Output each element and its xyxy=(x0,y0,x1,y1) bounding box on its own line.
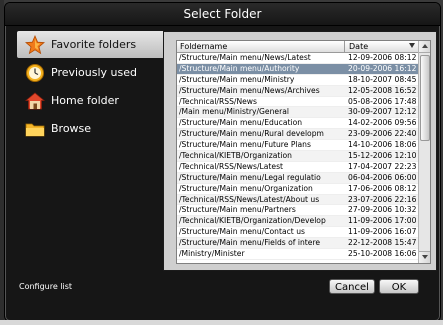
folder-list-panel: Foldername Date /Structure/Main menu/New… xyxy=(163,31,437,271)
sidebar-item-favorite-folders[interactable]: Favorite folders xyxy=(17,31,171,58)
scroll-up-arrow-icon[interactable] xyxy=(419,41,430,53)
background-strip xyxy=(0,320,443,325)
table-row[interactable]: /Structure/Main menu/Ministry 18-10-2007 … xyxy=(177,75,418,86)
cell-foldername: /Structure/Main menu/Education xyxy=(179,118,303,128)
cell-date: 23-09-2006 22:40 xyxy=(348,129,417,139)
sort-descending-icon xyxy=(409,43,415,48)
column-header-date-label: Date xyxy=(349,42,369,51)
cell-date: 17-04-2007 22:23 xyxy=(348,161,417,171)
sidebar-item-label: Favorite folders xyxy=(51,38,137,51)
sidebar-item-home-folder[interactable]: Home folder xyxy=(17,87,163,114)
cell-date: 23-07-2006 22:16 xyxy=(348,194,417,204)
sidebar-item-label: Previously used xyxy=(51,66,138,79)
home-icon xyxy=(24,91,46,111)
table-row[interactable]: /Structure/Main menu/Future Plans 14-10-2… xyxy=(177,140,418,152)
scroll-down-arrow-icon[interactable] xyxy=(419,251,430,263)
table-row[interactable]: /Main menu/Ministry/General 30-09-2007 12… xyxy=(177,107,418,119)
select-folder-dialog: Select Folder Favorite folders Previousl… xyxy=(4,2,441,322)
cell-date: 17-06-2006 08:12 xyxy=(348,183,417,193)
cell-date: 05-08-2006 17:48 xyxy=(348,96,417,106)
cancel-button[interactable]: Cancel xyxy=(329,279,375,294)
cell-date: 14-02-2006 09:56 xyxy=(348,118,417,128)
cell-date: 11-09-2006 17:00 xyxy=(348,216,417,226)
table-row[interactable]: /Structure/Main menu/Fields of intere 22-… xyxy=(177,238,418,250)
sidebar-item-label: Browse xyxy=(51,122,92,135)
sidebar-item-browse[interactable]: Browse xyxy=(17,115,163,142)
table-row[interactable]: /Structure/Main menu/Legal regulatio 06-0… xyxy=(177,172,418,184)
cell-date: 06-04-2006 06:00 xyxy=(348,172,417,182)
sidebar: Favorite folders Previously used Home fo… xyxy=(17,31,171,145)
cell-foldername: /Technical/RSS/News xyxy=(179,96,257,106)
cell-foldername: /Structure/Main menu/News/Latest xyxy=(179,53,311,62)
cell-foldername: /Ministry/Minister xyxy=(179,249,245,259)
sidebar-item-previously-used[interactable]: Previously used xyxy=(17,59,163,86)
folder-rows: /Structure/Main menu/News/Latest 12-09-20… xyxy=(177,53,418,260)
cell-date: 20-09-2006 16:12 xyxy=(348,63,417,73)
cell-date: 15-12-2006 12:10 xyxy=(348,151,417,161)
sidebar-item-label: Home folder xyxy=(51,94,119,107)
clock-icon xyxy=(25,63,45,83)
cell-foldername: /Structure/Main menu/Rural developm xyxy=(179,129,324,139)
table-row[interactable]: /Structure/Main menu/Rural developm 23-09… xyxy=(177,129,418,141)
cell-foldername: /Structure/Main menu/News/Archives xyxy=(179,85,320,95)
column-header-foldername[interactable]: Foldername xyxy=(177,41,345,52)
table-row[interactable]: /Structure/Main menu/Partners 27-09-2006 … xyxy=(177,205,418,217)
cell-foldername: /Structure/Main menu/Fields of intere xyxy=(179,238,321,248)
cell-foldername: /Technical/RSS/News/Latest xyxy=(179,161,284,171)
cell-foldername: /Structure/Main menu/Contact us xyxy=(179,227,305,237)
cell-date: 25-10-2008 16:06 xyxy=(348,249,417,259)
configure-list-link[interactable]: Configure list xyxy=(19,282,72,291)
cell-foldername: /Technical/KIETB/Organization/Develop xyxy=(179,216,326,226)
star-icon xyxy=(24,34,46,55)
table-row[interactable]: /Structure/Main menu/News/Latest 12-09-20… xyxy=(177,53,418,64)
cell-date: 30-09-2007 12:12 xyxy=(348,107,417,117)
column-header-date[interactable]: Date xyxy=(346,41,418,52)
table-row[interactable]: /Technical/RSS/News 05-08-2006 17:48 xyxy=(177,97,418,108)
table-row[interactable]: /Structure/Main menu/Education 14-02-2006… xyxy=(177,118,418,130)
ok-button[interactable]: OK xyxy=(379,279,419,294)
table-row[interactable]: /Technical/RSS/News/Latest/About us 23-07… xyxy=(177,194,418,206)
table-row[interactable]: /Technical/KIETB/Organization 15-12-2006 … xyxy=(177,151,418,162)
table-row[interactable]: /Technical/RSS/News/Latest 17-04-2007 22:… xyxy=(177,162,418,173)
cell-foldername: /Structure/Main menu/Future Plans xyxy=(179,140,311,150)
cell-date: 18-10-2007 08:45 xyxy=(348,74,417,84)
list-header: Foldername Date xyxy=(177,41,430,53)
cell-foldername: /Structure/Main menu/Legal regulatio xyxy=(179,172,321,182)
cell-date: 14-10-2006 18:06 xyxy=(348,140,417,150)
folder-icon xyxy=(25,119,45,139)
cell-foldername: /Main menu/Ministry/General xyxy=(179,107,289,117)
cell-date: 27-09-2006 10:32 xyxy=(348,205,417,215)
cell-foldername: /Structure/Main menu/Authority xyxy=(179,63,300,73)
table-row[interactable]: /Structure/Main menu/News/Archives 12-05-… xyxy=(177,85,418,97)
vertical-scrollbar[interactable] xyxy=(418,41,430,263)
table-row[interactable]: /Ministry/Minister 25-10-2008 16:06 xyxy=(177,249,418,260)
cell-date: 22-12-2008 15:47 xyxy=(348,238,417,248)
cell-foldername: /Structure/Main menu/Organization xyxy=(179,183,313,193)
folder-list[interactable]: Foldername Date /Structure/Main menu/New… xyxy=(176,40,431,264)
table-row[interactable]: /Structure/Main menu/Organization 17-06-2… xyxy=(177,184,418,195)
table-row[interactable]: /Structure/Main menu/Contact us 11-09-200… xyxy=(177,227,418,239)
cell-date: 12-09-2006 08:12 xyxy=(348,53,417,62)
cell-foldername: /Technical/KIETB/Organization xyxy=(179,151,292,161)
cell-date: 11-09-2006 16:07 xyxy=(348,227,417,237)
cell-date: 12-05-2008 16:52 xyxy=(348,85,417,95)
table-row[interactable]: /Structure/Main menu/Authority 20-09-2006… xyxy=(177,63,418,75)
table-row[interactable]: /Technical/KIETB/Organization/Develop 11-… xyxy=(177,216,418,228)
cell-foldername: /Structure/Main menu/Ministry xyxy=(179,74,295,84)
cell-foldername: /Structure/Main menu/Partners xyxy=(179,205,296,215)
dialog-title: Select Folder xyxy=(5,3,440,26)
scrollbar-thumb[interactable] xyxy=(420,55,430,141)
cell-foldername: /Technical/RSS/News/Latest/About us xyxy=(179,194,320,204)
